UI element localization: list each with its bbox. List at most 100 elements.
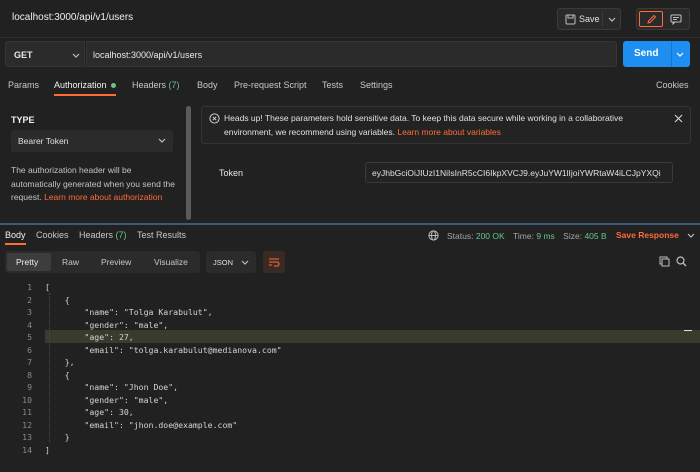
globe-icon[interactable] (428, 230, 439, 241)
code-text: "name": "Tolga Karabulut", (45, 307, 213, 317)
method-select[interactable]: GET (5, 41, 85, 67)
sidebar-scrollbar[interactable] (186, 106, 191, 220)
auth-type-select[interactable]: Bearer Token (11, 130, 173, 152)
code-text: "gender": "male", (45, 319, 169, 330)
learn-more-authorization-link[interactable]: Learn more about authorization (44, 192, 162, 202)
line-number: 5 (27, 332, 32, 342)
code-line: 14] (0, 444, 700, 457)
line-number: 8 (27, 369, 32, 380)
chevron-down-icon (687, 233, 695, 238)
edit-button[interactable] (639, 11, 663, 27)
chevron-down-icon (72, 53, 80, 58)
method-label: GET (14, 50, 33, 60)
info-icon (209, 113, 220, 124)
token-input[interactable]: eyJhbGciOiJIUzI1NiIsInR5cCI6IkpXVCJ9.eyJ… (365, 162, 673, 183)
tab-response-cookies[interactable]: Cookies (36, 225, 69, 245)
line-number: 6 (27, 344, 32, 355)
close-icon[interactable] (674, 114, 683, 123)
mode-toggle (636, 8, 690, 30)
save-icon (565, 14, 576, 25)
request-title[interactable]: localhost:3000/api/v1/users (12, 12, 133, 23)
save-button[interactable]: Save (557, 8, 621, 30)
chevron-down-icon[interactable] (676, 52, 684, 58)
response-time[interactable]: 9 ms (536, 231, 554, 241)
sensitive-data-alert: Heads up! These parameters hold sensitiv… (201, 106, 691, 144)
auth-type-value: Bearer Token (18, 136, 69, 146)
code-line: 11 "age": 30, (0, 406, 700, 419)
code-line: 3 "name": "Tolga Karabulut", (0, 306, 700, 319)
search-icon[interactable] (676, 256, 687, 267)
type-heading: TYPE (11, 115, 35, 125)
tab-response-body[interactable]: Body (5, 225, 26, 245)
chevron-down-icon (241, 260, 249, 265)
format-select[interactable]: JSON (206, 251, 256, 273)
view-mode-group: Pretty Raw Preview Visualize (5, 251, 200, 273)
code-line: 10 "gender": "male", (0, 394, 700, 407)
tab-params[interactable]: Params (8, 74, 39, 96)
code-line: 7 }, (0, 356, 700, 369)
code-line: 9 "name": "Jhon Doe", (0, 381, 700, 394)
code-line: 5 "age": 27, (0, 331, 700, 344)
code-line: 6 "email": "tolga.karabulut@medianova.co… (0, 344, 700, 357)
code-line: 12 "email": "jhon.doe@example.com" (0, 419, 700, 432)
pretty-button[interactable]: Pretty (7, 253, 51, 271)
code-text: "age": 30, (45, 407, 134, 417)
line-number: 9 (27, 382, 32, 392)
token-value: eyJhbGciOiJIUzI1NiIsInR5cCI6IkpXVCJ9.eyJ… (372, 168, 661, 178)
wrap-lines-button[interactable] (263, 251, 285, 273)
save-response-button[interactable]: Save Response (616, 230, 695, 240)
code-line: 1[ (0, 281, 700, 294)
token-label: Token (219, 168, 244, 178)
line-number: 3 (27, 307, 32, 317)
response-size[interactable]: 405 B (584, 231, 606, 241)
request-tabs: Params Authorization Headers (7) Body Pr… (0, 74, 700, 96)
code-line: 13 } (0, 431, 700, 444)
code-text: "email": "tolga.karabulut@medianova.com" (45, 344, 282, 355)
chevron-down-icon[interactable] (608, 17, 616, 23)
title-bar: localhost:3000/api/v1/users Save (0, 0, 700, 38)
tab-settings[interactable]: Settings (360, 74, 393, 96)
code-text: "age": 27, (45, 332, 134, 342)
tab-response-headers[interactable]: Headers (7) (79, 225, 127, 245)
line-number: 12 (22, 419, 32, 430)
visualize-button[interactable]: Visualize (154, 257, 188, 267)
status-info: Status: 200 OK Time: 9 ms Size: 405 B (447, 231, 607, 241)
line-number: 10 (22, 394, 32, 405)
code-text: "email": "jhon.doe@example.com" (45, 419, 238, 430)
indent-guide (49, 293, 50, 443)
raw-button[interactable]: Raw (62, 257, 79, 267)
active-indicator (110, 82, 116, 88)
line-number: 2 (27, 294, 32, 305)
learn-more-variables-link[interactable]: Learn more about variables (397, 127, 500, 137)
auth-sidebar: TYPE Bearer Token The authorization head… (0, 100, 193, 223)
code-line: 8 { (0, 369, 700, 382)
line-number: 7 (27, 357, 32, 367)
line-number: 11 (22, 407, 32, 417)
save-label: Save (579, 14, 600, 24)
code-text: ] (45, 444, 50, 455)
code-text: "gender": "male", (45, 394, 169, 405)
cookies-link[interactable]: Cookies (656, 74, 689, 96)
url-text: localhost:3000/api/v1/users (93, 50, 203, 60)
response-body-editor[interactable]: 1[2 {3 "name": "Tolga Karabulut", 4 "gend… (0, 281, 700, 471)
tab-prerequest-script[interactable]: Pre-request Script (234, 74, 307, 96)
wrap-lines-icon (269, 258, 280, 267)
code-line: 2 { (0, 294, 700, 307)
tab-test-results[interactable]: Test Results (137, 225, 186, 245)
tab-body[interactable]: Body (197, 74, 218, 96)
url-input[interactable]: localhost:3000/api/v1/users (86, 41, 617, 67)
copy-icon[interactable] (659, 256, 670, 267)
tab-headers[interactable]: Headers (7) (132, 74, 180, 96)
line-number: 13 (22, 432, 32, 442)
tab-tests[interactable]: Tests (322, 74, 343, 96)
tab-authorization[interactable]: Authorization (54, 74, 116, 96)
pencil-icon (647, 14, 657, 24)
response-tabs: Body Cookies Headers (7) Test Results St… (0, 225, 700, 245)
line-number: 4 (27, 319, 32, 330)
preview-button[interactable]: Preview (101, 257, 131, 267)
code-text: [ (45, 282, 50, 292)
status-code[interactable]: 200 OK (476, 231, 505, 241)
send-button[interactable]: Send (623, 41, 690, 67)
line-number: 1 (27, 282, 32, 292)
comment-icon[interactable] (670, 14, 682, 25)
